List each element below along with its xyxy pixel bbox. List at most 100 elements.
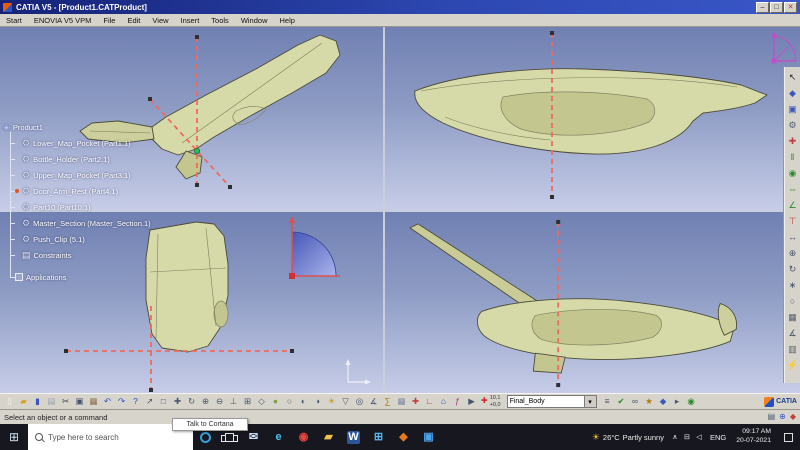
- body-selector-combo[interactable]: Final_Body ▾: [506, 395, 597, 408]
- sketch-compass[interactable]: [289, 216, 340, 279]
- axis-system-icon[interactable]: ∟: [423, 395, 436, 408]
- tray-expand-icon[interactable]: ∧: [669, 433, 681, 441]
- cut-icon[interactable]: ✂: [59, 395, 72, 408]
- pattern-icon[interactable]: ▦: [785, 309, 800, 325]
- pan-icon[interactable]: ✚: [171, 395, 184, 408]
- world-icon[interactable]: ◉: [685, 395, 698, 408]
- product-structure-icon[interactable]: ◆: [785, 85, 800, 101]
- tree-item-applications[interactable]: Applications: [10, 269, 198, 285]
- status-flag-icon[interactable]: ◆: [790, 413, 796, 421]
- paste-icon[interactable]: ▦: [87, 395, 100, 408]
- viewport-side[interactable]: [385, 27, 800, 210]
- coincidence-constraint-icon[interactable]: ‖: [785, 149, 800, 165]
- menu-tools[interactable]: Tools: [205, 16, 235, 25]
- undo-icon[interactable]: ↶: [101, 395, 114, 408]
- contact-constraint-icon[interactable]: ◉: [785, 165, 800, 181]
- status-doc-icon[interactable]: ▤: [768, 413, 776, 421]
- close-button[interactable]: ✕: [784, 1, 797, 13]
- notification-center-button[interactable]: [776, 424, 800, 450]
- redo-icon[interactable]: ↷: [115, 395, 128, 408]
- compass-3d[interactable]: [768, 29, 798, 65]
- fit-all-in-icon[interactable]: □: [157, 395, 170, 408]
- menu-enovia[interactable]: ENOVIA V5 VPM: [28, 16, 98, 25]
- isometric-view-icon[interactable]: ◇: [255, 395, 268, 408]
- taskbar-explorer-icon[interactable]: ▰: [316, 424, 341, 450]
- grid-icon[interactable]: ▦: [395, 395, 408, 408]
- minimize-button[interactable]: –: [756, 1, 769, 13]
- tray-volume-icon[interactable]: ◁: [693, 433, 705, 441]
- fastener-icon[interactable]: ✚: [785, 133, 800, 149]
- smart-move-icon[interactable]: ↻: [785, 261, 800, 277]
- wireframe-icon[interactable]: ○: [283, 395, 296, 408]
- chevron-down-icon[interactable]: ▾: [584, 395, 597, 408]
- tree-item-master-section[interactable]: ⚙ Master_Section (Master_Section.1): [10, 215, 198, 231]
- scan-icon[interactable]: ▸: [671, 395, 684, 408]
- mass-properties-icon[interactable]: ∑: [381, 395, 394, 408]
- start-button[interactable]: ⊞: [0, 424, 28, 450]
- sectioning-icon[interactable]: ▥: [785, 341, 800, 357]
- taskbar-search[interactable]: [28, 424, 193, 450]
- multi-view-icon[interactable]: ⊞: [241, 395, 254, 408]
- tree-item-lower-map-pocket[interactable]: ⚙ Lower_Map_Pocket (Part1.1): [10, 135, 198, 151]
- part-design-icon[interactable]: ⚙: [785, 117, 800, 133]
- measure-icon[interactable]: ∡: [785, 325, 800, 341]
- zoom-in-icon[interactable]: ⊕: [199, 395, 212, 408]
- manipulate-icon[interactable]: ↔: [785, 229, 800, 245]
- component-icon[interactable]: ▣: [785, 101, 800, 117]
- language-indicator[interactable]: ENG: [705, 433, 731, 442]
- normal-view-icon[interactable]: ⊥: [227, 395, 240, 408]
- hide-show-icon[interactable]: ◐: [297, 395, 310, 408]
- status-link-icon[interactable]: ⊕: [779, 413, 786, 421]
- taskbar-photos-icon[interactable]: ▣: [416, 424, 441, 450]
- menu-start[interactable]: Start: [0, 16, 28, 25]
- measure-between-icon[interactable]: ∡: [367, 395, 380, 408]
- datum-icon[interactable]: ◆: [657, 395, 670, 408]
- taskbar-edge-icon[interactable]: e: [266, 424, 291, 450]
- maximize-button[interactable]: □: [770, 1, 783, 13]
- angle-constraint-icon[interactable]: ∠: [785, 197, 800, 213]
- open-icon[interactable]: ▰: [17, 395, 30, 408]
- update-icon[interactable]: ⚡: [785, 357, 800, 373]
- macro-play-icon[interactable]: ▶: [465, 395, 478, 408]
- graph-tree-icon[interactable]: ≡: [601, 395, 614, 408]
- armrest-top[interactable]: [531, 309, 662, 346]
- fly-mode-icon[interactable]: ↗: [143, 395, 156, 408]
- explode-icon[interactable]: ∗: [785, 277, 800, 293]
- armrest-knob[interactable]: [213, 300, 229, 328]
- knowledge-formula-icon[interactable]: ƒ: [451, 395, 464, 408]
- shading-icon[interactable]: ●: [269, 395, 282, 408]
- copy-icon[interactable]: ▣: [73, 395, 86, 408]
- new-document-icon[interactable]: ▯: [3, 395, 16, 408]
- power-copy-icon[interactable]: ★: [643, 395, 656, 408]
- tree-item-bottle-holder[interactable]: ⚙ Bottle_Holder (Part2.1): [10, 151, 198, 167]
- taskbar-word-icon[interactable]: W: [341, 424, 366, 450]
- taskbar-clock[interactable]: 09:17 AM 20-07-2021: [731, 428, 776, 446]
- menu-file[interactable]: File: [97, 16, 121, 25]
- model-top-view[interactable]: [385, 212, 800, 393]
- catalog-icon[interactable]: ⌂: [437, 395, 450, 408]
- viewport-top-iso[interactable]: [385, 212, 800, 393]
- fix-component-icon[interactable]: ⊤: [785, 213, 800, 229]
- taskbar-store-icon[interactable]: ⊞: [366, 424, 391, 450]
- zoom-out-icon[interactable]: ⊖: [213, 395, 226, 408]
- swap-visible-space-icon[interactable]: ◑: [311, 395, 324, 408]
- tree-item-part10[interactable]: ⚙ Part10 (Part10.1): [10, 199, 198, 215]
- menu-help[interactable]: Help: [274, 16, 301, 25]
- weather-widget[interactable]: ☀ 26°C Partly sunny: [587, 432, 669, 443]
- taskbar-catia-icon[interactable]: ◆: [391, 424, 416, 450]
- magnifier-icon[interactable]: ◎: [353, 395, 366, 408]
- tree-item-upper-map-pocket[interactable]: ⚙ Upper_Map_Pocket (Part3.1): [10, 167, 198, 183]
- lower-foot[interactable]: [532, 352, 566, 374]
- save-icon[interactable]: ▮: [31, 395, 44, 408]
- tree-item-push-clip[interactable]: ⚙ Push_Clip (5.1): [10, 231, 198, 247]
- offset-constraint-icon[interactable]: ⇔: [785, 181, 800, 197]
- menu-edit[interactable]: Edit: [121, 16, 146, 25]
- tree-item-constraints[interactable]: ▤ Constraints: [10, 247, 198, 263]
- tray-network-icon[interactable]: ⊟: [681, 433, 693, 441]
- rotate-icon[interactable]: ↻: [185, 395, 198, 408]
- snap-to-point-icon[interactable]: ✚: [409, 395, 422, 408]
- constraints-check-icon[interactable]: ✔: [615, 395, 628, 408]
- snap-icon[interactable]: ⊕: [785, 245, 800, 261]
- depth-effect-icon[interactable]: ▽: [339, 395, 352, 408]
- model-side-view[interactable]: [385, 27, 800, 210]
